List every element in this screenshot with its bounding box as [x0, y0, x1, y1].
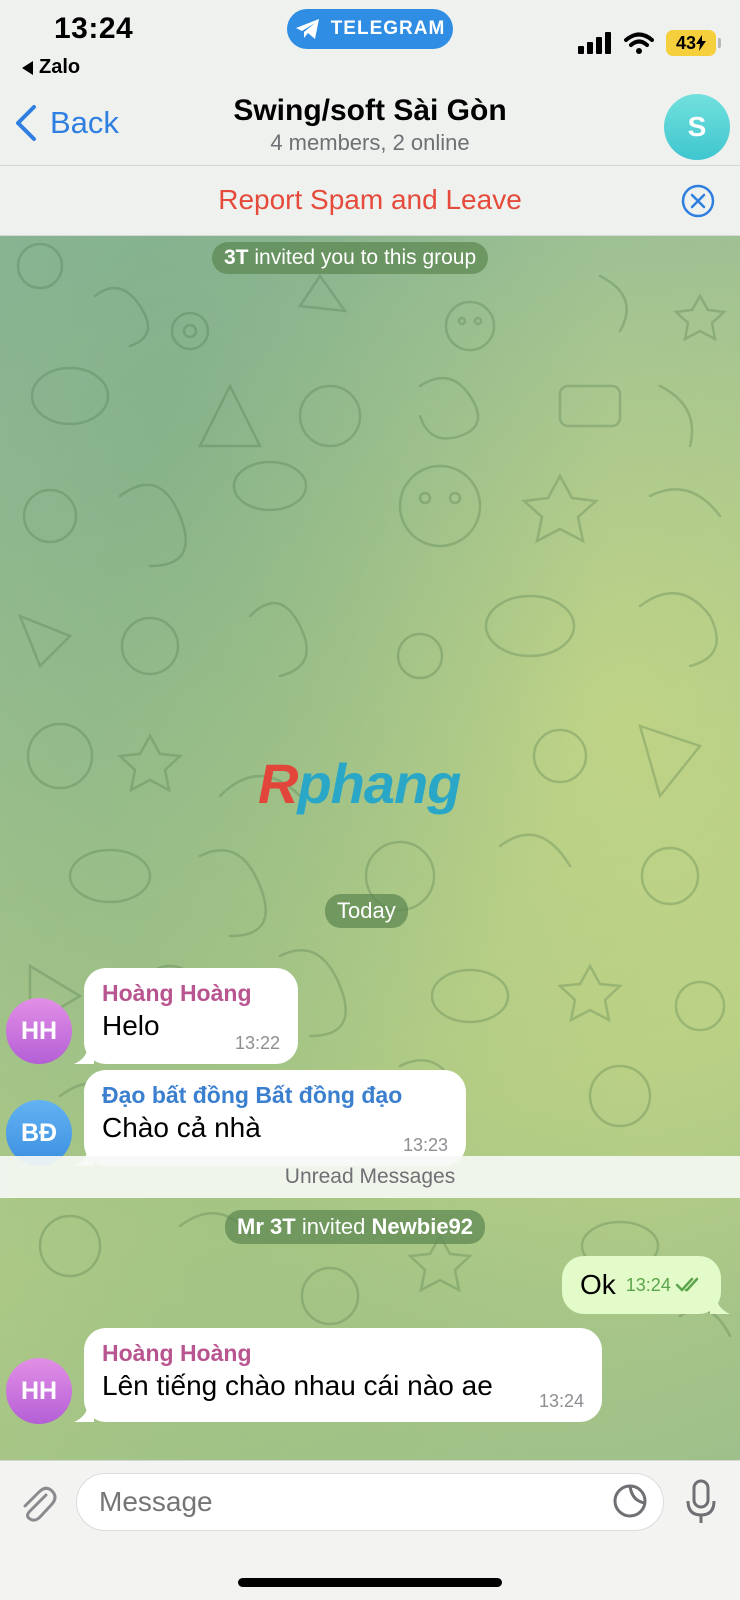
battery-indicator: 43 — [666, 30, 721, 56]
charging-bolt-icon — [696, 35, 707, 51]
home-indicator — [238, 1578, 502, 1587]
report-spam-button[interactable]: Report Spam and Leave — [0, 184, 740, 216]
date-separator: Today — [325, 894, 408, 928]
chat-area[interactable]: 3T invited you to this group Rphang Toda… — [0, 236, 740, 1460]
paperclip-icon[interactable] — [16, 1483, 58, 1525]
signal-icon — [578, 32, 611, 54]
message-time: 13:23 — [402, 1135, 448, 1155]
watermark-rest: phang — [297, 752, 461, 815]
status-icons: 43 — [578, 30, 721, 56]
chat-subtitle: 4 members, 2 online — [270, 130, 470, 155]
close-circle-icon[interactable] — [681, 184, 715, 218]
wifi-icon — [624, 32, 654, 54]
battery-level: 43 — [675, 32, 697, 53]
telegram-pill[interactable]: TELEGRAM — [287, 9, 453, 49]
watermark-first-letter: R — [258, 752, 298, 815]
status-time: 13:24 — [54, 12, 134, 45]
message-time: 13:24 — [538, 1391, 584, 1411]
service-actor: 3T — [224, 246, 249, 269]
message-sender[interactable]: Đạo bất đồng Bất đồng đạo — [102, 1080, 448, 1110]
message-sender[interactable]: Hoàng Hoàng — [102, 1338, 584, 1368]
service-message-invited-newbie: Mr 3T invited Newbie92 — [225, 1210, 486, 1244]
message-time: 13:22 — [234, 1033, 280, 1053]
double-check-icon — [675, 1277, 699, 1292]
avatar[interactable]: HH — [6, 998, 72, 1064]
service-text: invited — [301, 1214, 366, 1239]
message-bubble[interactable]: Hoàng Hoàng Helo 13:22 — [84, 968, 298, 1064]
back-triangle-icon — [22, 60, 33, 75]
message-input[interactable] — [76, 1473, 664, 1531]
message-text: Lên tiếng chào nhau cái nào ae — [102, 1370, 493, 1401]
service-actor: Mr 3T — [237, 1214, 296, 1239]
outgoing-message-bubble[interactable]: Ok 13:24 — [562, 1256, 721, 1314]
back-app-label: Zalo — [39, 56, 81, 78]
telegram-plane-icon — [295, 19, 319, 39]
outgoing-bubble-tail — [710, 1294, 730, 1314]
status-bar: 13:24 Zalo TELEGRAM 43 — [0, 0, 740, 90]
message-text: Chào cả nhà — [102, 1112, 261, 1143]
microphone-icon[interactable] — [684, 1479, 718, 1525]
avatar-initials: HH — [20, 1376, 58, 1405]
service-target: Newbie92 — [371, 1214, 474, 1239]
outgoing-message-text: Ok — [580, 1269, 616, 1300]
avatar[interactable]: HH — [6, 1358, 72, 1424]
group-avatar[interactable]: S — [664, 94, 730, 160]
chat-header: Back Swing/soft Sài Gòn 4 members, 2 onl… — [0, 90, 740, 166]
avatar-initials: BĐ — [20, 1118, 58, 1147]
chat-title[interactable]: Swing/soft Sài Gòn — [0, 94, 740, 128]
report-spam-bar: Report Spam and Leave — [0, 166, 740, 236]
outgoing-message-time: 13:24 — [625, 1274, 671, 1295]
watermark-logo: Rphang — [258, 751, 461, 816]
message-sender[interactable]: Hoàng Hoàng — [102, 978, 280, 1008]
message-bubble[interactable]: Đạo bất đồng Bất đồng đạo Chào cả nhà 13… — [84, 1070, 466, 1166]
unread-messages-divider: Unread Messages — [0, 1156, 740, 1198]
group-avatar-letter: S — [687, 111, 707, 142]
service-text: invited you to this group — [254, 246, 477, 269]
telegram-pill-label: TELEGRAM — [330, 18, 446, 39]
sticker-icon[interactable] — [612, 1483, 648, 1519]
avatar-initials: HH — [20, 1016, 58, 1045]
back-to-app-link[interactable]: Zalo — [22, 56, 80, 79]
service-message-invited-you: 3T invited you to this group — [212, 242, 489, 274]
message-bubble[interactable]: Hoàng Hoàng Lên tiếng chào nhau cái nào … — [84, 1328, 602, 1422]
